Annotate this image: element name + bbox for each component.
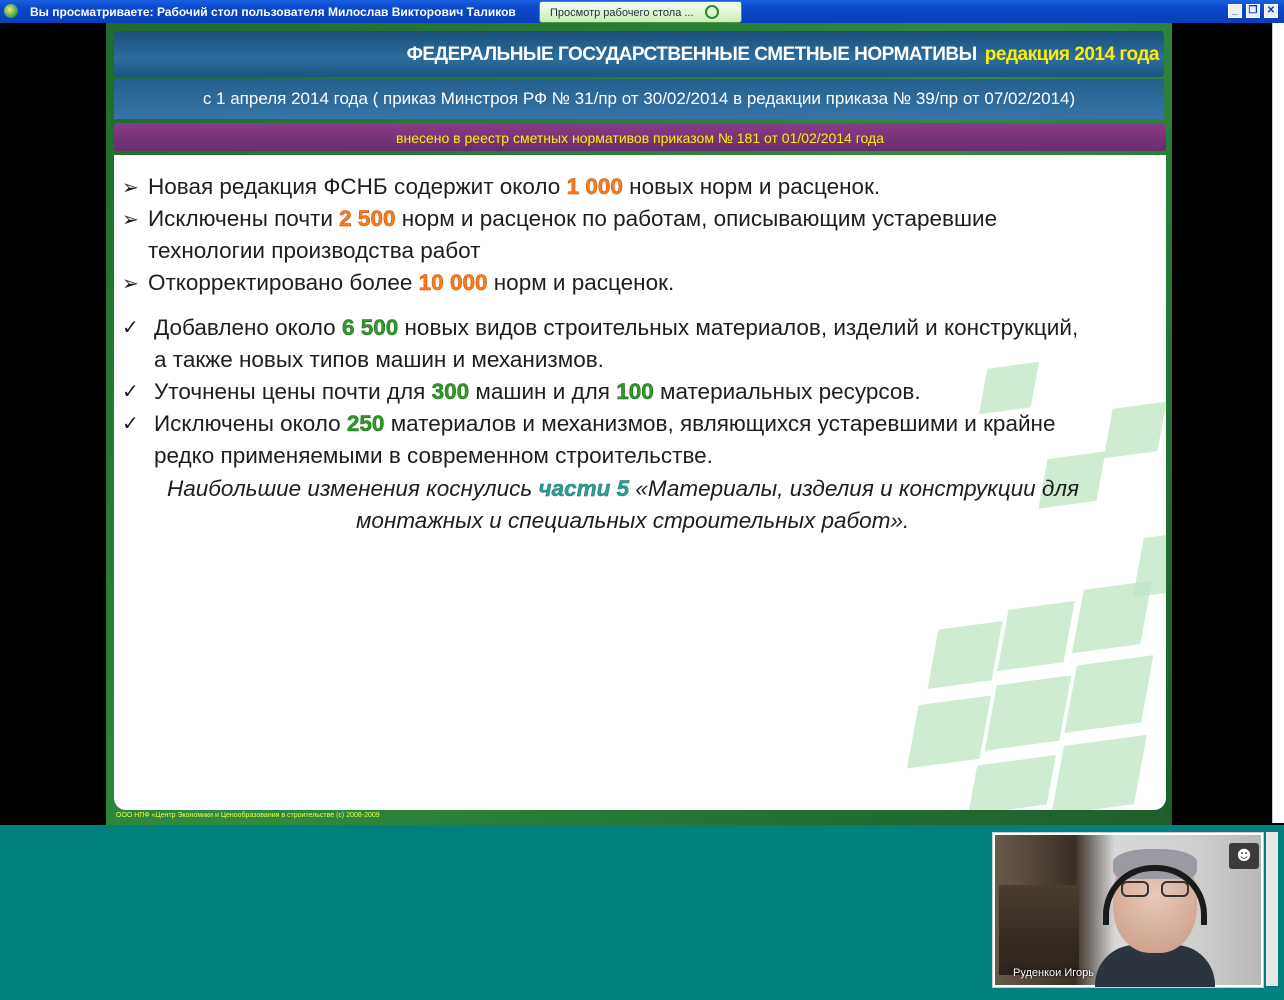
minimize-button[interactable]: _ — [1228, 4, 1242, 18]
presentation-slide: ФЕДЕРАЛЬНЫЕ ГОСУДАРСТВЕННЫЕ СМЕТНЫЕ НОРМ… — [106, 23, 1172, 825]
slide-header-main: ФЕДЕРАЛЬНЫЕ ГОСУДАРСТВЕННЫЕ СМЕТНЫЕ НОРМ… — [114, 31, 1164, 77]
slide-registry-text: внесено в реестр сметных нормативов прик… — [396, 130, 884, 146]
webcam-scrollbar[interactable] — [1266, 832, 1278, 986]
list-item-continued: а также новых типов машин и механизмов. — [154, 347, 604, 372]
webcam-panel[interactable]: Руденкои Игорь ☻ — [992, 832, 1264, 988]
decor-square — [997, 600, 1075, 672]
list-item: Откорректировано более 10 000 норм и рас… — [148, 270, 675, 296]
decor-square — [984, 675, 1072, 751]
decor-square — [968, 754, 1056, 810]
slide-title-year: редакция 2014 года — [984, 44, 1160, 65]
restore-button[interactable]: ❐ — [1246, 4, 1260, 18]
list-item: Исключены почти 2 500 норм и расценок по… — [148, 206, 998, 232]
slide-subtitle: с 1 апреля 2014 года ( приказ Минстроя Р… — [202, 89, 1076, 108]
decor-square — [1051, 734, 1147, 810]
list-item: Добавлено около 6 500 новых видов строит… — [154, 315, 1079, 341]
arrow-bullet-icon: ➢ — [122, 273, 139, 295]
refresh-icon[interactable] — [705, 5, 719, 19]
check-bullet-icon: ✓ — [122, 317, 139, 339]
summary-note-continued: монтажных и специальных строительных раб… — [356, 508, 910, 533]
right-scrollbar[interactable] — [1272, 23, 1284, 823]
decor-square — [906, 695, 992, 769]
check-bullet-icon: ✓ — [122, 381, 139, 403]
list-item-continued: технологии производства работ — [148, 238, 481, 263]
decor-square — [1132, 532, 1166, 598]
decor-square — [1103, 401, 1166, 459]
list-item: Уточнены цены почти для 300 машин и для … — [154, 379, 921, 405]
slide-content: ➢ Новая редакция ФСНБ содержит около 1 0… — [114, 155, 1166, 810]
decor-square — [1064, 655, 1154, 733]
webcam-feed: Руденкои Игорь ☻ — [995, 835, 1261, 987]
participant-name: Руденкои Игорь — [1013, 967, 1094, 979]
decor-square — [978, 361, 1040, 415]
list-item-continued: редко применяемыми в современном строите… — [154, 443, 713, 468]
bookshelf — [999, 885, 1079, 975]
slide-footer: ООО НПФ «Центр Экономики и Ценообразован… — [116, 812, 380, 819]
glasses — [1121, 881, 1193, 897]
participants-button[interactable]: ☻ — [1229, 843, 1259, 869]
slide-header-date: с 1 апреля 2014 года ( приказ Минстроя Р… — [114, 79, 1164, 119]
group-icon: ☻ — [1236, 848, 1252, 864]
decor-square — [927, 620, 1003, 690]
close-button[interactable]: ✕ — [1264, 4, 1278, 18]
view-desktop-label: Просмотр рабочего стола ... — [550, 7, 694, 19]
slide-title: ФЕДЕРАЛЬНЫЕ ГОСУДАРСТВЕННЫЕ СМЕТНЫЕ НОРМ… — [406, 44, 978, 65]
arrow-bullet-icon: ➢ — [122, 209, 139, 231]
view-desktop-tab[interactable]: Просмотр рабочего стола ... — [539, 1, 742, 23]
window-title: Вы просматриваете: Рабочий стол пользова… — [30, 5, 516, 19]
list-item: Исключены около 250 материалов и механиз… — [154, 411, 1056, 437]
app-icon — [4, 4, 18, 18]
summary-note: Наибольшие изменения коснулись части 5 «… — [167, 476, 1080, 501]
list-item: Новая редакция ФСНБ содержит около 1 000… — [148, 174, 881, 200]
arrow-bullet-icon: ➢ — [122, 177, 139, 199]
slide-header-registry: внесено в реестр сметных нормативов прик… — [114, 123, 1166, 151]
check-bullet-icon: ✓ — [122, 413, 139, 435]
